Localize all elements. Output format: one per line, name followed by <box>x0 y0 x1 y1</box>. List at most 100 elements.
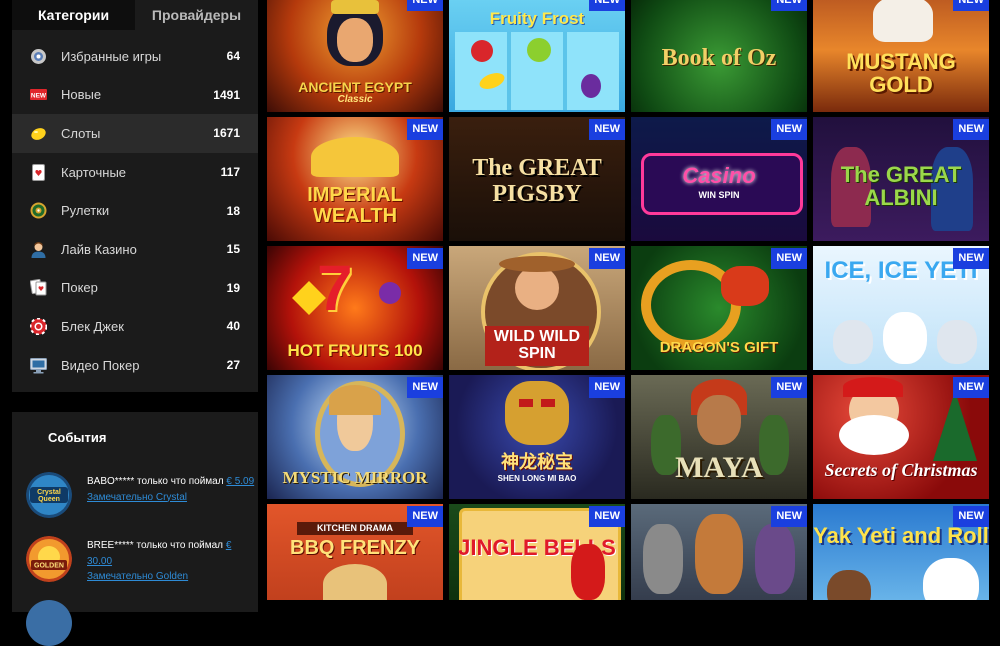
game-tile-great-albini[interactable]: The GREAT ALBINI NEW <box>813 117 989 241</box>
games-grid: ANCIENT EGYPT Classic NEW Fruity Frost N… <box>267 0 997 600</box>
category-item-blackjack[interactable]: Блек Джек 40 <box>12 307 258 346</box>
cards-icon <box>30 163 47 181</box>
category-label: Покер <box>61 280 98 296</box>
video-poker-icon <box>30 357 47 374</box>
event-user: BABO***** <box>87 476 135 487</box>
category-label: Блек Джек <box>61 318 124 334</box>
live-dealer-icon <box>30 241 47 258</box>
game-title: Secrets of Christmas <box>824 460 978 480</box>
new-badge: NEW <box>953 377 989 398</box>
game-title: The GREAT PIGSBY <box>472 155 602 208</box>
new-badge: NEW <box>953 248 989 269</box>
game-subtitle: KITCHEN DRAMA <box>297 522 413 535</box>
game-title: Casino <box>682 163 756 188</box>
event-text: BREE***** только что поймал € 30.00 Заме… <box>87 538 255 585</box>
game-subtitle: SHEN LONG MI BAO <box>497 474 577 483</box>
game-tile-imperial-wealth[interactable]: IMPERIAL WEALTH NEW <box>267 117 443 241</box>
game-tile-casino-win-spin[interactable]: Casino WIN SPIN NEW <box>631 117 807 241</box>
game-title: MAYA <box>675 451 763 484</box>
event-text: BABO***** только что поймал € 5.09 Замеч… <box>87 474 255 505</box>
game-tile-bbq-frenzy[interactable]: KITCHEN DRAMA BBQ FRENZY NEW <box>267 504 443 600</box>
new-badge: NEW <box>589 248 625 269</box>
game-title: Yak Yeti and Roll <box>813 523 989 548</box>
category-label: Избранные игры <box>61 48 162 64</box>
new-badge: NEW <box>589 506 625 527</box>
category-item-favorites[interactable]: Избранные игры 64 <box>12 37 258 76</box>
category-label: Лайв Казино <box>61 241 137 257</box>
game-title: The GREAT ALBINI <box>840 162 962 211</box>
new-badge: NEW <box>407 377 443 398</box>
category-item-video-poker[interactable]: Видео Покер 27 <box>12 346 258 385</box>
new-badge: NEW <box>953 506 989 527</box>
category-count: 15 <box>226 242 240 257</box>
category-count: 27 <box>226 358 240 373</box>
category-item-roulette[interactable]: Рулетки 18 <box>12 191 258 230</box>
new-icon: NEW <box>30 86 47 103</box>
tab-providers[interactable]: Провайдеры <box>135 0 258 30</box>
game-tile-hot-fruits-100[interactable]: 7 HOT FRUITS 100 NEW <box>267 246 443 370</box>
category-item-poker[interactable]: Покер 19 <box>12 269 258 308</box>
category-label: Видео Покер <box>61 357 140 373</box>
game-tile-ice-ice-yeti[interactable]: ICE, ICE YETI NEW <box>813 246 989 370</box>
game-tile-secrets-of-christmas[interactable]: Secrets of Christmas NEW <box>813 375 989 499</box>
game-tile-yak-yeti-roll[interactable]: Yak Yeti and Roll NEW <box>813 504 989 600</box>
event-action: только что поймал <box>136 540 224 551</box>
category-label: Карточные <box>61 164 127 180</box>
category-item-slots[interactable]: Слоты 1671 <box>12 114 258 153</box>
category-label: Слоты <box>61 125 101 141</box>
category-item-new[interactable]: NEW Новые 1491 <box>12 76 258 115</box>
category-count: 40 <box>226 319 240 334</box>
event-game-link[interactable]: Замечательно Crystal <box>87 490 255 506</box>
game-tile-ancient-egypt[interactable]: ANCIENT EGYPT Classic NEW <box>267 0 443 112</box>
game-thumbnail[interactable]: GOLDEN <box>26 536 72 582</box>
game-title: Book of Oz <box>661 45 777 71</box>
category-item-live-casino[interactable]: Лайв Казино 15 <box>12 230 258 269</box>
game-title: BBQ FRENZY <box>290 537 420 559</box>
svg-text:NEW: NEW <box>31 93 47 100</box>
svg-text:Queen: Queen <box>38 496 60 503</box>
category-count: 1491 <box>213 87 240 102</box>
new-badge: NEW <box>407 0 443 11</box>
tab-categories[interactable]: Категории <box>12 0 135 30</box>
event-action: только что поймал <box>137 476 224 487</box>
new-badge: NEW <box>771 119 807 140</box>
game-title: IMPERIAL WEALTH <box>307 184 403 227</box>
new-badge: NEW <box>771 0 807 11</box>
game-tile-fruity-frost[interactable]: Fruity Frost NEW <box>449 0 625 112</box>
category-label: Рулетки <box>61 203 110 219</box>
events-panel: События Crystal Queen BABO***** только чт… <box>12 412 258 646</box>
game-tile-great-pigsby[interactable]: The GREAT PIGSBY NEW <box>449 117 625 241</box>
game-tile-jingle-bells[interactable]: JINGLE BELLS NEW <box>449 504 625 600</box>
blackjack-icon <box>30 317 47 335</box>
event-game-link[interactable]: Замечательно Golden <box>87 569 255 585</box>
game-tile-dragons-gift[interactable]: DRAGON'S GIFT NEW <box>631 246 807 370</box>
game-tile-wild-wild-spin[interactable]: WILD WILD SPIN NEW <box>449 246 625 370</box>
category-count: 64 <box>226 49 240 64</box>
event-amount[interactable]: € 5.09 <box>226 476 254 487</box>
category-count: 19 <box>226 280 240 295</box>
game-tile-maya[interactable]: MAYA NEW <box>631 375 807 499</box>
game-tile-book-of-oz[interactable]: Book of Oz NEW <box>631 0 807 112</box>
category-item-cards[interactable]: Карточные 117 <box>12 153 258 192</box>
lemon-icon <box>30 125 47 142</box>
new-badge: NEW <box>953 119 989 140</box>
category-list: Избранные игры 64 NEW Новые 1491 Слоты 1… <box>12 30 258 384</box>
new-badge: NEW <box>771 248 807 269</box>
game-title: MUSTANG GOLD <box>846 49 956 98</box>
roulette-icon <box>30 202 47 219</box>
game-title: Fruity Frost <box>489 9 585 28</box>
game-tile-mystic-mirror[interactable]: MYSTIC MIRROR NEW <box>267 375 443 499</box>
game-tile-shen-long-mi-bao[interactable]: 神龙秘宝 SHEN LONG MI BAO NEW <box>449 375 625 499</box>
game-title: ANCIENT EGYPT <box>298 79 412 95</box>
new-badge: NEW <box>771 506 807 527</box>
new-badge: NEW <box>589 0 625 11</box>
event-user: BREE***** <box>87 540 134 551</box>
game-title: MYSTIC MIRROR <box>282 468 428 487</box>
new-badge: NEW <box>407 248 443 269</box>
category-label: Новые <box>61 87 102 103</box>
game-tile-fantasy-warriors[interactable]: NEW <box>631 504 807 600</box>
game-thumbnail[interactable] <box>26 600 72 646</box>
game-tile-mustang-gold[interactable]: MUSTANG GOLD NEW <box>813 0 989 112</box>
game-thumbnail[interactable]: Crystal Queen <box>26 472 72 518</box>
new-badge: NEW <box>407 506 443 527</box>
